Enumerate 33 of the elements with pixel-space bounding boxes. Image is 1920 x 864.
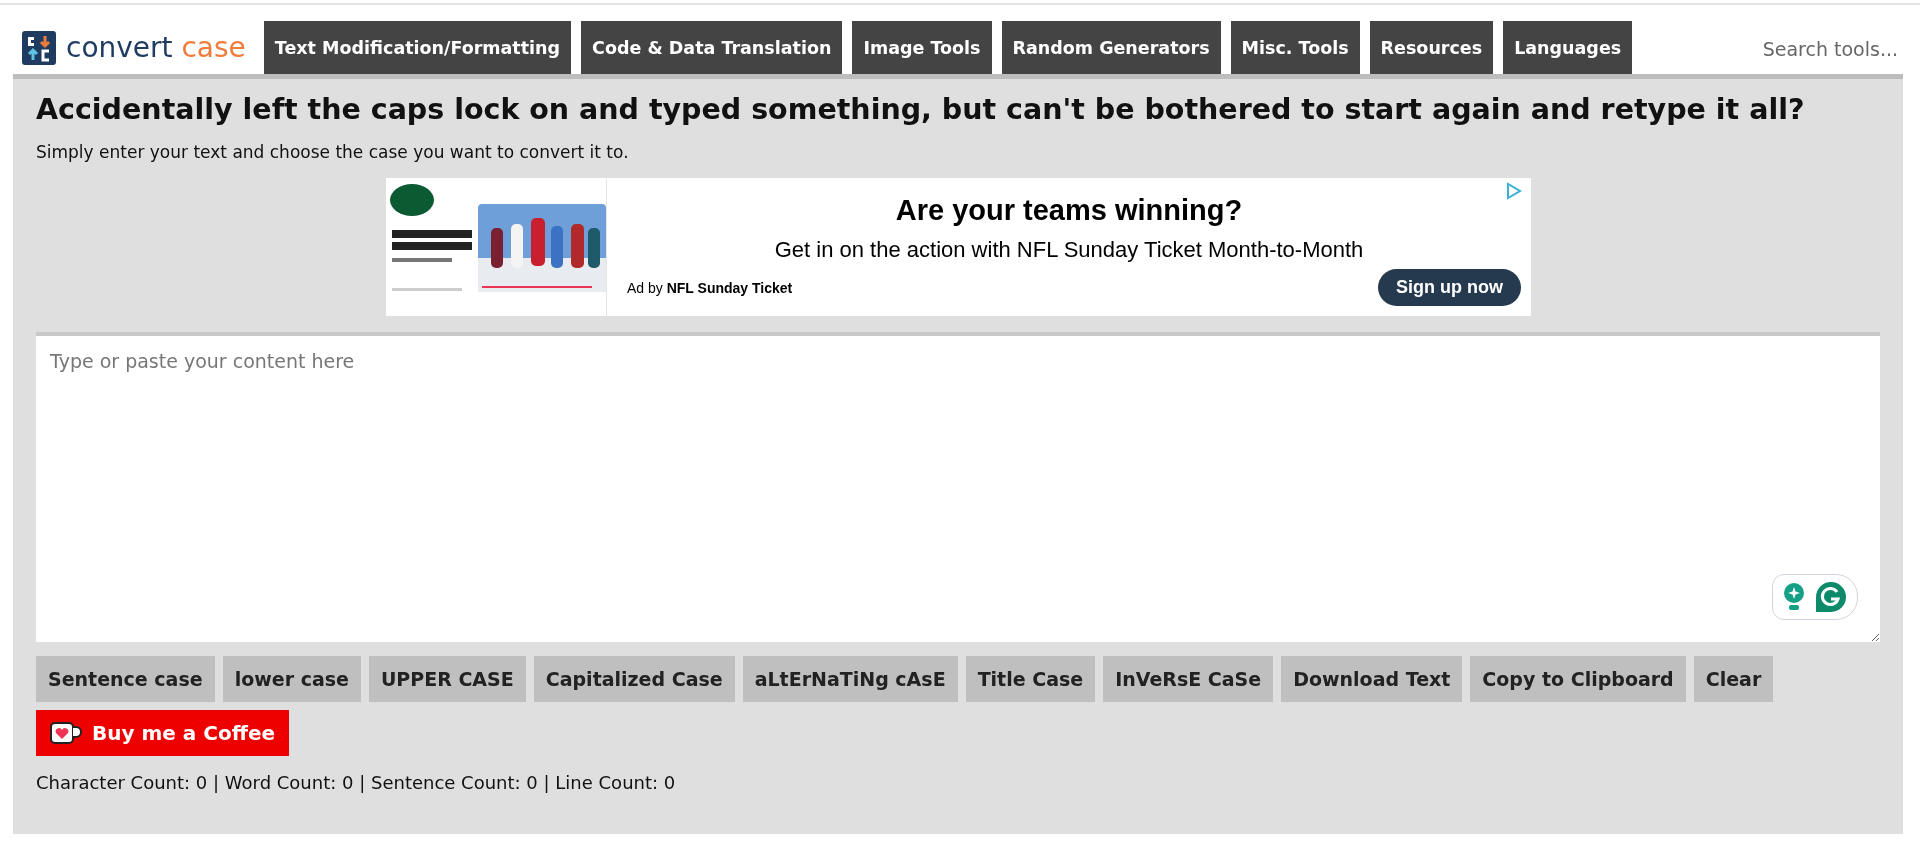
sign-up-button[interactable]: Sign up now [1378,269,1521,306]
nav-tab[interactable]: Misc. Tools [1230,21,1360,74]
logo-icon [22,30,56,65]
case-button[interactable]: Clear [1693,656,1774,702]
coffee-button[interactable]: Buy me a Coffee [36,710,290,756]
case-button[interactable]: aLtErNaTiNg cAsE [742,656,958,702]
grammar-g-icon[interactable] [1815,581,1847,613]
case-button[interactable]: InVeRsE CaSe [1103,656,1274,702]
grammarly-widget[interactable] [1772,574,1858,620]
case-button[interactable]: lower case [222,656,361,702]
nav-tab[interactable]: Resources [1369,21,1494,74]
ad-byline: Ad by NFL Sunday Ticket [627,279,793,296]
case-button[interactable]: UPPER CASE [368,656,526,702]
logo-text[interactable]: convert case [66,31,246,64]
nav-tab[interactable]: Random Generators [1001,21,1221,74]
nav-tab[interactable]: Languages [1503,21,1633,74]
case-button[interactable]: Sentence case [36,656,215,702]
case-button[interactable]: Copy to Clipboard [1470,656,1686,702]
nav-tab[interactable]: Text Modification/Formatting [263,21,572,74]
nav-tab[interactable]: Code & Data Translation [581,21,843,74]
ad-headline: Are your teams winning? [895,194,1243,227]
page-subtitle: Simply enter your text and choose the case you want to convert it to. [36,142,630,162]
text-area[interactable]: Type or paste your content here [36,332,1880,642]
case-button[interactable]: Download Text [1281,656,1463,702]
coffee-cup-icon [50,722,82,744]
lightbulb-icon[interactable] [1783,582,1805,612]
page-title: Accidentally left the caps lock on and typed something, but can't be bothered to start again and retype it all? [36,93,1806,126]
ad-choices-icon[interactable] [1505,182,1523,200]
case-button[interactable]: Title Case [965,656,1096,702]
count-stats: Character Count: 0 | Word Count: 0 | Sentence Count: 0 | Line Count: 0 [36,772,677,793]
nav-tab[interactable]: Image Tools [852,21,992,74]
ad-text: Get in on the action with NFL Sunday Ticket Month-to-Month [774,237,1364,263]
case-button[interactable]: Capitalized Case [533,656,735,702]
